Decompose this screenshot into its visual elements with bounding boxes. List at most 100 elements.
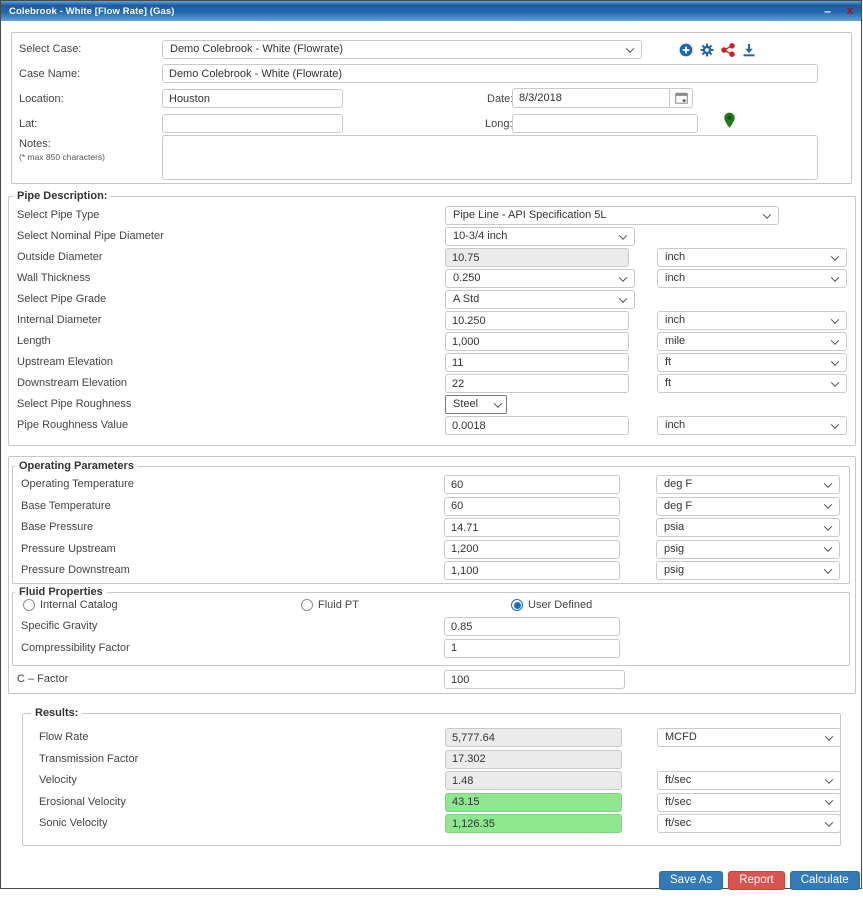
field-label: Length xyxy=(17,335,51,347)
base-pressure-input[interactable] xyxy=(444,518,620,537)
length-input[interactable] xyxy=(445,332,629,351)
field-label: Erosional Velocity xyxy=(39,795,126,808)
calculate-button[interactable]: Calculate xyxy=(789,871,860,890)
sonic-velocity-row: Sonic Velocity ft/sec xyxy=(23,813,841,835)
pressure-upstream-input[interactable] xyxy=(444,539,620,559)
downstream-elevation-row: Downstream Elevation ft xyxy=(9,373,855,394)
share-icon[interactable] xyxy=(720,42,735,57)
field-label: Velocity xyxy=(39,774,77,786)
field-label: Select Pipe Grade xyxy=(17,293,107,305)
chevron-down-icon xyxy=(824,817,834,827)
add-circle-icon[interactable] xyxy=(678,42,693,57)
nominal-diameter-select[interactable]: 10-3/4 inch xyxy=(445,227,635,246)
pipe-grade-select[interactable]: A Std xyxy=(445,290,635,309)
download-icon[interactable] xyxy=(741,42,756,57)
radio-selected-icon xyxy=(511,599,523,611)
title-bar: Colebrook - White [Flow Rate] (Gas) – x xyxy=(1,1,861,21)
chevron-down-icon xyxy=(618,230,628,240)
radio-internal-catalog[interactable]: Internal Catalog xyxy=(23,599,118,611)
velocity-row: Velocity ft/sec xyxy=(23,770,841,792)
chevron-down-icon xyxy=(824,796,834,805)
map-pin-icon[interactable] xyxy=(722,112,737,128)
base-temperature-unit-select[interactable]: deg F xyxy=(656,496,840,516)
roughness-value-input[interactable] xyxy=(445,416,629,435)
downstream-elevation-input[interactable] xyxy=(445,374,629,393)
length-unit-select[interactable]: mile xyxy=(657,332,847,351)
lat-label: Lat: xyxy=(19,118,38,130)
c-factor-row: C – Factor xyxy=(9,669,855,690)
chevron-down-icon xyxy=(762,209,772,219)
upstream-elevation-unit-select[interactable]: ft xyxy=(657,353,847,372)
field-label: Flow Rate xyxy=(39,731,89,743)
compressibility-factor-input[interactable] xyxy=(444,638,620,658)
downstream-elevation-unit-select[interactable]: ft xyxy=(657,374,847,393)
operating-temperature-unit-select[interactable]: deg F xyxy=(656,475,840,494)
pipe-grade-row: Select Pipe Grade A Std xyxy=(9,289,855,310)
pressure-downstream-unit-select[interactable]: psig xyxy=(656,561,840,580)
close-button[interactable]: x xyxy=(847,6,853,17)
field-label: Wall Thickness xyxy=(17,272,91,284)
c-factor-input[interactable] xyxy=(444,670,625,689)
chevron-down-icon xyxy=(830,356,840,366)
save-as-button[interactable]: Save As xyxy=(659,871,724,890)
pipe-roughness-select[interactable]: Steel xyxy=(445,395,507,414)
field-label: Base Temperature xyxy=(21,499,111,512)
operating-parameters-legend: Operating Parameters xyxy=(19,460,134,472)
specific-gravity-row: Specific Gravity xyxy=(13,616,849,638)
base-pressure-row: Base Pressure psia xyxy=(13,517,849,539)
pressure-upstream-unit-select[interactable]: psig xyxy=(656,539,840,559)
wall-thickness-unit-select[interactable]: inch xyxy=(657,269,847,288)
chevron-down-icon xyxy=(830,251,840,261)
roughness-value-row: Pipe Roughness Value inch xyxy=(9,415,855,436)
chevron-down-icon xyxy=(830,419,840,429)
radio-fluid-pt[interactable]: Fluid PT xyxy=(301,599,359,611)
report-button[interactable]: Report xyxy=(728,871,785,890)
transmission-factor-output xyxy=(445,749,622,769)
wall-thickness-select[interactable]: 0.250 xyxy=(445,269,635,288)
field-label: Operating Temperature xyxy=(21,478,134,490)
pressure-downstream-input[interactable] xyxy=(444,561,620,580)
specific-gravity-input[interactable] xyxy=(444,617,620,636)
chevron-down-icon xyxy=(830,314,840,324)
chevron-down-icon xyxy=(625,43,635,53)
field-label: Select Pipe Roughness xyxy=(17,398,132,410)
radio-user-defined[interactable]: User Defined xyxy=(511,599,592,611)
chevron-down-icon xyxy=(618,272,628,282)
field-label: Pressure Downstream xyxy=(21,564,130,576)
parameters-section: Operating Parameters Operating Temperatu… xyxy=(8,456,856,694)
roughness-value-unit-select[interactable]: inch xyxy=(657,416,847,435)
field-label: Pipe Roughness Value xyxy=(17,419,129,431)
case-action-icons xyxy=(678,40,756,59)
velocity-unit-select[interactable]: ft/sec xyxy=(657,771,841,790)
chevron-down-icon xyxy=(618,293,628,303)
operating-temperature-input[interactable] xyxy=(444,475,620,494)
radio-circle-icon xyxy=(23,599,35,611)
date-group xyxy=(512,88,693,108)
base-temperature-input[interactable] xyxy=(444,496,620,516)
outside-diameter-unit-select[interactable]: inch xyxy=(657,248,847,267)
long-input[interactable] xyxy=(512,114,698,133)
gear-icon[interactable] xyxy=(699,42,714,57)
date-input[interactable] xyxy=(513,89,668,107)
flow-rate-unit-select[interactable]: MCFD xyxy=(657,728,841,747)
base-pressure-unit-select[interactable]: psia xyxy=(656,518,840,537)
minimize-button[interactable]: – xyxy=(824,5,831,17)
lat-input[interactable] xyxy=(162,114,343,133)
field-label: Base Pressure xyxy=(21,521,94,533)
fluid-properties-section: Fluid Properties Internal Catalog Fluid … xyxy=(12,586,850,666)
upstream-elevation-input[interactable] xyxy=(445,353,629,372)
chevron-down-icon xyxy=(823,564,833,574)
field-label: Transmission Factor xyxy=(39,752,139,765)
sonic-velocity-unit-select[interactable]: ft/sec xyxy=(657,814,841,833)
field-label: Select Pipe Type xyxy=(17,209,100,221)
internal-diameter-unit-select[interactable]: inch xyxy=(657,311,847,330)
notes-textarea[interactable] xyxy=(162,135,818,180)
erosional-velocity-unit-select[interactable]: ft/sec xyxy=(657,792,841,812)
location-input[interactable] xyxy=(162,89,343,108)
case-name-input[interactable] xyxy=(162,64,818,83)
select-case-dropdown[interactable]: Demo Colebrook - White (Flowrate) xyxy=(162,40,642,59)
pipe-type-select[interactable]: Pipe Line - API Specification 5L xyxy=(445,206,779,225)
calendar-icon[interactable] xyxy=(669,89,692,107)
internal-diameter-input[interactable] xyxy=(445,311,629,330)
chevron-down-icon xyxy=(823,478,833,488)
